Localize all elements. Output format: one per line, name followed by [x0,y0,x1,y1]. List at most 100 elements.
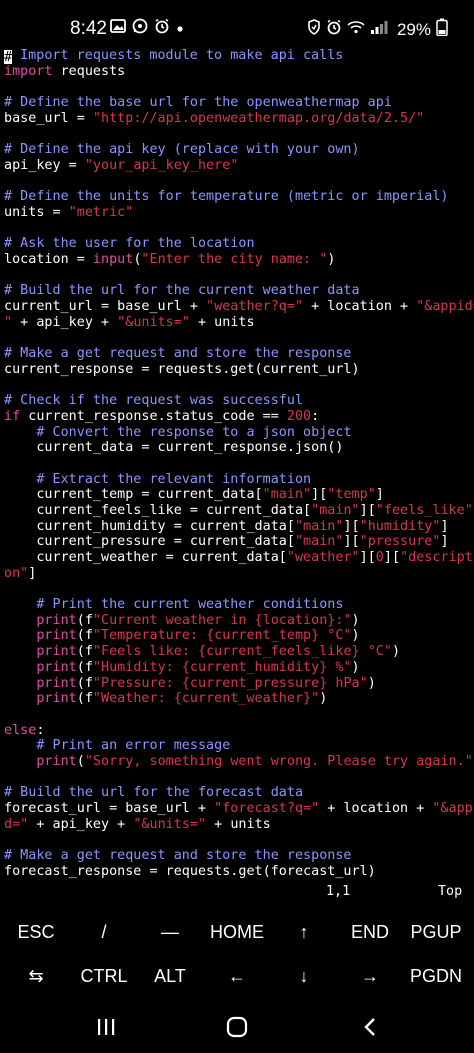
code-token: current_temp = current_data[ [4,487,263,503]
code-token: # Ask the user for the location [4,236,255,252]
battery-saver-icon [307,19,321,40]
code-token: 200 [286,408,312,424]
code-line: # Define the api key (replace with your … [4,142,474,158]
code-token: "Weather: {current_weather}" [92,691,320,707]
code-line: api_key = "your_api_key_here" [4,158,474,174]
code-token: location = [4,251,93,267]
code-line: current_response = requests.get(current_… [4,362,474,378]
code-token: "metric" [68,204,134,220]
pgdn-key[interactable]: PGDN [400,956,472,996]
code-line: # Make a get request and store the respo… [4,346,474,362]
code-token: else [4,722,37,738]
code-token: forecast_response = requests.get(forecas… [4,863,376,879]
down-arrow-key[interactable]: ↓ [268,956,340,996]
code-token: ] [440,518,449,534]
code-line: current_data = current_response.json() [4,440,474,456]
left-arrow-key[interactable]: ← [200,956,274,996]
right-arrow-key[interactable]: → [334,956,406,996]
code-line: # Print the current weather conditions [4,597,474,613]
end-key[interactable]: END [334,912,406,952]
code-token: "Temperature: {current_temp} °C" [92,628,352,644]
extra-keys-row-1: ESC / — HOME ↑ END PGUP [0,912,474,952]
code-line: # Import requests module to make api cal… [4,48,474,65]
dash-key[interactable]: — [134,912,206,952]
code-token: "temp" [327,487,376,503]
code-line: import requests [4,64,474,80]
code-token: "your_api_key_here" [84,157,239,173]
code-token: ] [28,565,37,581]
code-token: print [36,644,77,660]
terminal-editor[interactable]: # Import requests module to make api cal… [4,48,474,879]
dot-icon [176,20,184,38]
code-line: # Extract the relevant information [4,472,474,488]
code-token: "pressure" [359,534,441,550]
code-token: print [36,628,77,644]
code-token: (f [76,691,93,707]
home-key[interactable]: HOME [200,912,274,952]
code-line: base_url = "http://api.openweathermap.or… [4,111,474,127]
back-icon[interactable] [352,1014,388,1040]
extra-keys-row-2: ⇆ CTRL ALT ← ↓ → PGDN [0,956,474,996]
code-token: "feels_like" [375,502,473,518]
code-token: : [36,722,45,738]
code-token: "main" [311,502,360,518]
code-line: # Ask the user for the location [4,236,474,252]
code-token: Import requests module to make api calls [12,48,344,63]
code-line: current_weather = current_data["weather"… [4,550,474,566]
code-token: current_response.status_code == [20,408,287,424]
code-token: ) [351,612,360,628]
recents-icon[interactable] [86,1014,126,1040]
code-line: current_humidity = current_data["main"][… [4,519,474,535]
code-line: print(f"Weather: {current_weather}") [4,691,474,707]
code-line: on"] [4,566,474,582]
alt-key[interactable]: ALT [134,956,206,996]
navigation-bar [0,1000,474,1053]
ctrl-key[interactable]: CTRL [68,956,140,996]
home-icon[interactable] [216,1014,258,1040]
code-token: "Enter the city name: " [141,251,328,267]
code-token: on" [4,565,29,581]
cursor-position: 1,1 [326,884,351,899]
code-token: + location + [319,801,433,816]
code-token: ][ [311,487,328,503]
code-line: print(f"Current weather in {location}:") [4,613,474,629]
slash-key[interactable]: / [68,912,140,952]
code-line: print("Sorry, something went wrong. Plea… [4,754,474,770]
code-line: print(f"Temperature: {current_temp} °C") [4,628,474,644]
code-line: else: [4,723,474,739]
code-token: "Feels like: {current_feels_like} °C" [92,644,392,660]
code-line: current_temp = current_data["main"]["tem… [4,487,474,503]
esc-key[interactable]: ESC [0,912,72,952]
code-token: + api_key + [12,314,118,330]
alarm-icon [154,18,170,39]
gallery-icon [110,19,126,38]
code-token: "weather" [286,550,360,565]
code-token: current_feels_like = current_data[ [4,502,312,518]
code-token: # Define the api key (replace with your … [4,142,360,158]
code-token: + units [189,314,255,330]
code-token: import [4,63,53,79]
code-token: "Current weather in {location}:" [92,612,352,628]
code-token: (f [76,644,93,660]
code-token: current_pressure = current_data[ [4,534,295,550]
pgup-key[interactable]: PGUP [400,912,472,952]
up-arrow-key[interactable]: ↑ [268,912,340,952]
code-line: # Build the url for the current weather … [4,283,474,299]
wifi-icon [347,20,365,39]
code-token: # Make a get request and store the respo… [4,346,352,362]
code-token: if [4,408,21,424]
tab-key[interactable]: ⇆ [0,956,72,996]
